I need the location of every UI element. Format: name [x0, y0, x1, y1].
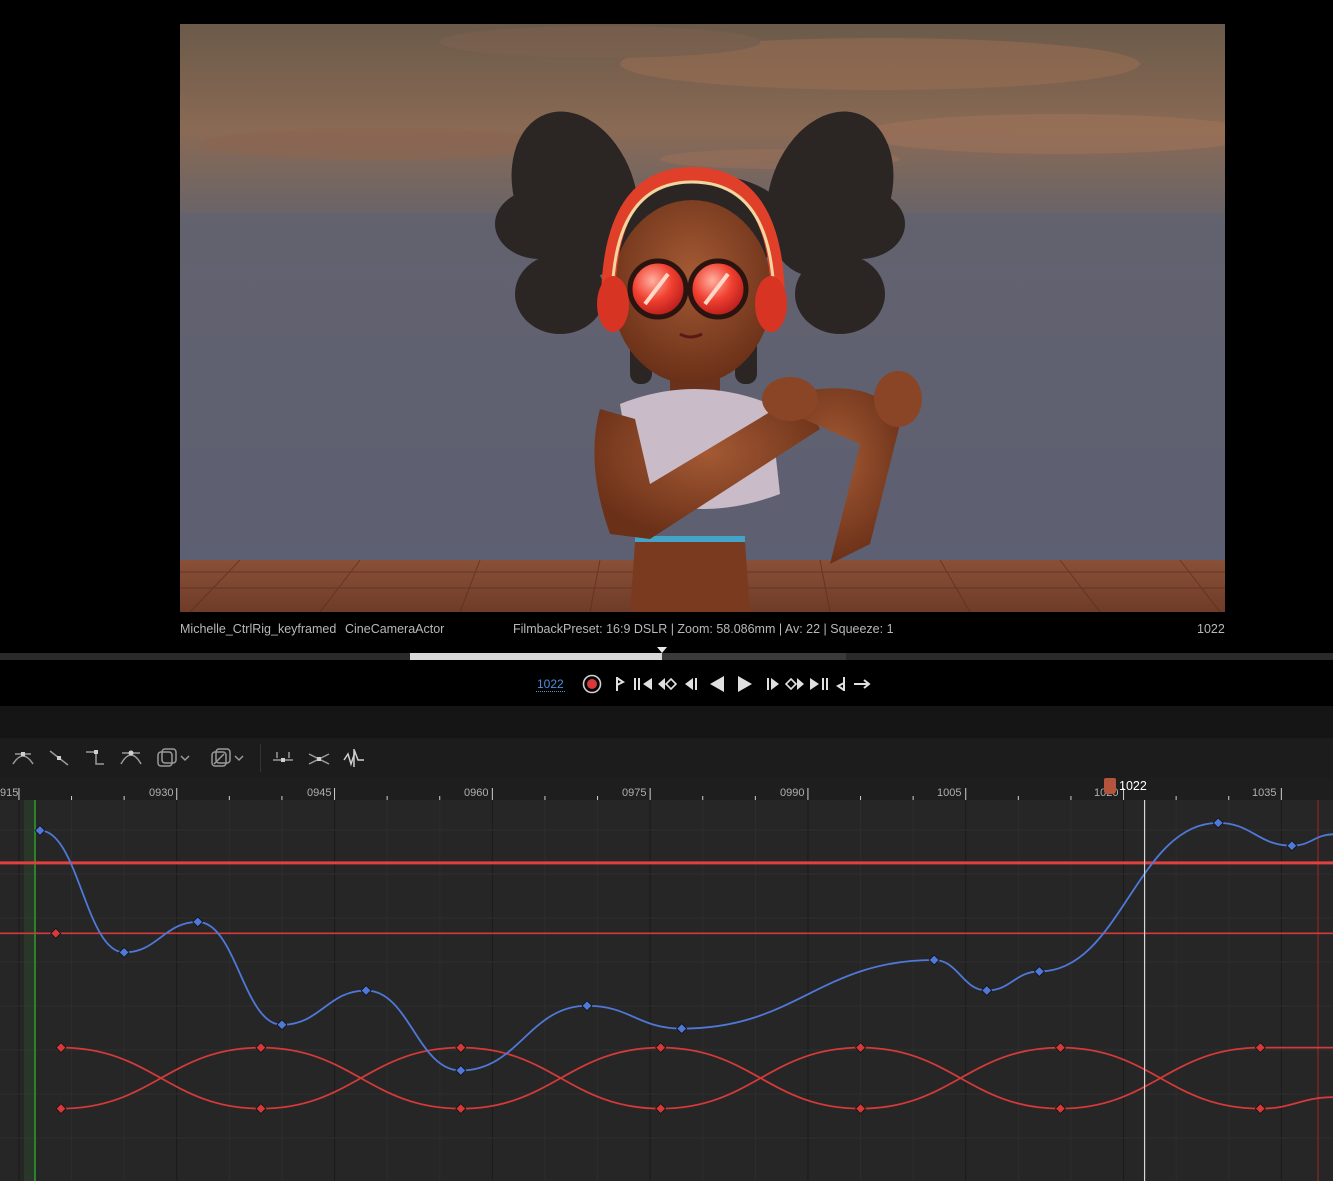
keyframe-marker[interactable] — [50, 927, 62, 939]
view-options-dropdown-icon — [211, 748, 244, 767]
next-key-icon — [810, 678, 828, 690]
play-reverse-icon — [710, 676, 724, 692]
record-icon — [582, 674, 602, 694]
ruler-tick-label: 0945 — [307, 787, 332, 799]
record-button[interactable] — [582, 674, 602, 694]
jump-to-start-button[interactable] — [614, 674, 626, 694]
linear-tangent-icon — [49, 750, 69, 766]
playhead-frame-label: 1022 — [1119, 779, 1147, 793]
arrow-right-icon — [854, 679, 871, 689]
ruler-tick-label: 915 — [0, 787, 19, 799]
constant-tangent-icon — [86, 750, 104, 765]
jump-to-end-button[interactable] — [836, 674, 848, 694]
scrub-head-icon[interactable] — [657, 647, 667, 653]
previous-key-icon — [634, 678, 652, 690]
auto-tangent-button[interactable] — [10, 746, 36, 770]
auto-tangent-icon — [12, 752, 34, 765]
keyframe-marker[interactable] — [118, 946, 130, 958]
play-icon — [738, 676, 752, 692]
step-back-frame-button[interactable] — [682, 674, 700, 694]
keyframe-marker[interactable] — [1286, 840, 1298, 852]
keyframe-marker[interactable] — [1033, 965, 1045, 977]
ruler-tick-label: 0990 — [780, 787, 805, 799]
flatten-tangents-button[interactable] — [270, 746, 296, 770]
ruler-tick-label: 0975 — [622, 787, 647, 799]
red-wave-curve-b[interactable] — [61, 1046, 1333, 1110]
keyframe-marker[interactable] — [455, 1103, 467, 1115]
jump-to-end-icon — [836, 677, 845, 691]
jump-to-start-icon — [616, 677, 625, 691]
keyframe-marker[interactable] — [1254, 1103, 1266, 1115]
actor-label: Michelle_CtrlRig_keyframed — [180, 622, 337, 636]
toolbar-separator — [260, 744, 261, 772]
keyframe-marker[interactable] — [55, 1103, 67, 1115]
linear-tangent-button[interactable] — [46, 746, 72, 770]
curve-graph[interactable] — [0, 800, 1333, 1181]
blue-curve[interactable] — [39, 821, 1333, 1072]
red-wave-curve-a[interactable] — [61, 1046, 1333, 1110]
keyframe-marker[interactable] — [581, 1000, 593, 1012]
viewport-info-bar: Michelle_CtrlRig_keyframed CineCameraAct… — [0, 612, 1333, 648]
ruler-tick-label: 0960 — [464, 787, 489, 799]
step-forward-frame-button[interactable] — [764, 674, 782, 694]
curve-options-dropdown-icon — [157, 748, 190, 767]
keyframe-marker[interactable] — [928, 954, 940, 966]
keyframe-marker[interactable] — [655, 1103, 667, 1115]
playback-range-remainder — [662, 653, 846, 660]
keyframe-marker[interactable] — [855, 1042, 867, 1054]
previous-keyframe-button[interactable] — [656, 674, 678, 694]
keyframe-marker[interactable] — [1254, 1042, 1266, 1054]
keyframe-marker[interactable] — [34, 824, 46, 836]
keyframe-marker[interactable] — [55, 1042, 67, 1054]
view-options-dropdown[interactable] — [208, 746, 248, 770]
step-forward-icon — [767, 678, 779, 690]
ruler-tick-label: 1005 — [937, 787, 962, 799]
curve-options-dropdown[interactable] — [154, 746, 194, 770]
weighted-tangent-icon — [120, 750, 142, 765]
straighten-tangents-icon — [308, 753, 330, 765]
start-range-shade — [24, 800, 36, 1181]
keyframe-marker[interactable] — [855, 1103, 867, 1115]
constant-tangent-button[interactable] — [82, 746, 108, 770]
keyframe-marker[interactable] — [1054, 1042, 1066, 1054]
keyframe-marker[interactable] — [276, 1019, 288, 1031]
keyframe-marker[interactable] — [455, 1042, 467, 1054]
next-keyframe-button[interactable] — [784, 674, 806, 694]
keyframe-marker[interactable] — [676, 1023, 688, 1035]
keyframe-marker[interactable] — [1054, 1103, 1066, 1115]
play-reverse-button[interactable] — [708, 674, 726, 694]
loop-button[interactable] — [852, 674, 872, 694]
keyframe-marker[interactable] — [255, 1042, 267, 1054]
current-frame-field[interactable]: 1022 — [536, 677, 565, 692]
transport-controls: 1022 — [0, 660, 1333, 706]
camera-label: CineCameraActor — [345, 622, 445, 636]
keyframe-marker[interactable] — [360, 984, 372, 997]
keyframe-marker[interactable] — [255, 1103, 267, 1115]
ruler-tick-label: 1035 — [1252, 787, 1277, 799]
ruler-tick-label: 0930 — [149, 787, 174, 799]
weighted-tangent-button[interactable] — [118, 746, 144, 770]
curve-editor-toolbar — [0, 738, 1333, 778]
straighten-tangents-button[interactable] — [306, 746, 332, 770]
filmback-info: FilmbackPreset: 16:9 DSLR | Zoom: 58.086… — [513, 622, 894, 636]
curve-filter-button[interactable] — [342, 746, 368, 770]
step-back-icon — [685, 678, 697, 690]
cinematic-viewport[interactable] — [180, 24, 1225, 612]
step-to-previous-key-button[interactable] — [632, 674, 654, 694]
playback-range[interactable] — [410, 653, 662, 660]
curve-editor-header — [0, 706, 1333, 738]
next-keyframe-icon — [784, 677, 804, 691]
previous-keyframe-icon — [658, 677, 678, 691]
play-button[interactable] — [736, 674, 754, 694]
playhead-handle[interactable] — [1104, 778, 1116, 794]
viewport-frame-number: 1022 — [1197, 622, 1225, 636]
flatten-tangents-icon — [273, 752, 293, 762]
keyframe-marker[interactable] — [455, 1064, 467, 1077]
keyframe-marker[interactable] — [655, 1042, 667, 1054]
keyframe-marker[interactable] — [1212, 817, 1224, 829]
curve-filter-icon — [343, 749, 364, 767]
step-to-next-key-button[interactable] — [808, 674, 830, 694]
keyframe-marker[interactable] — [981, 984, 993, 997]
